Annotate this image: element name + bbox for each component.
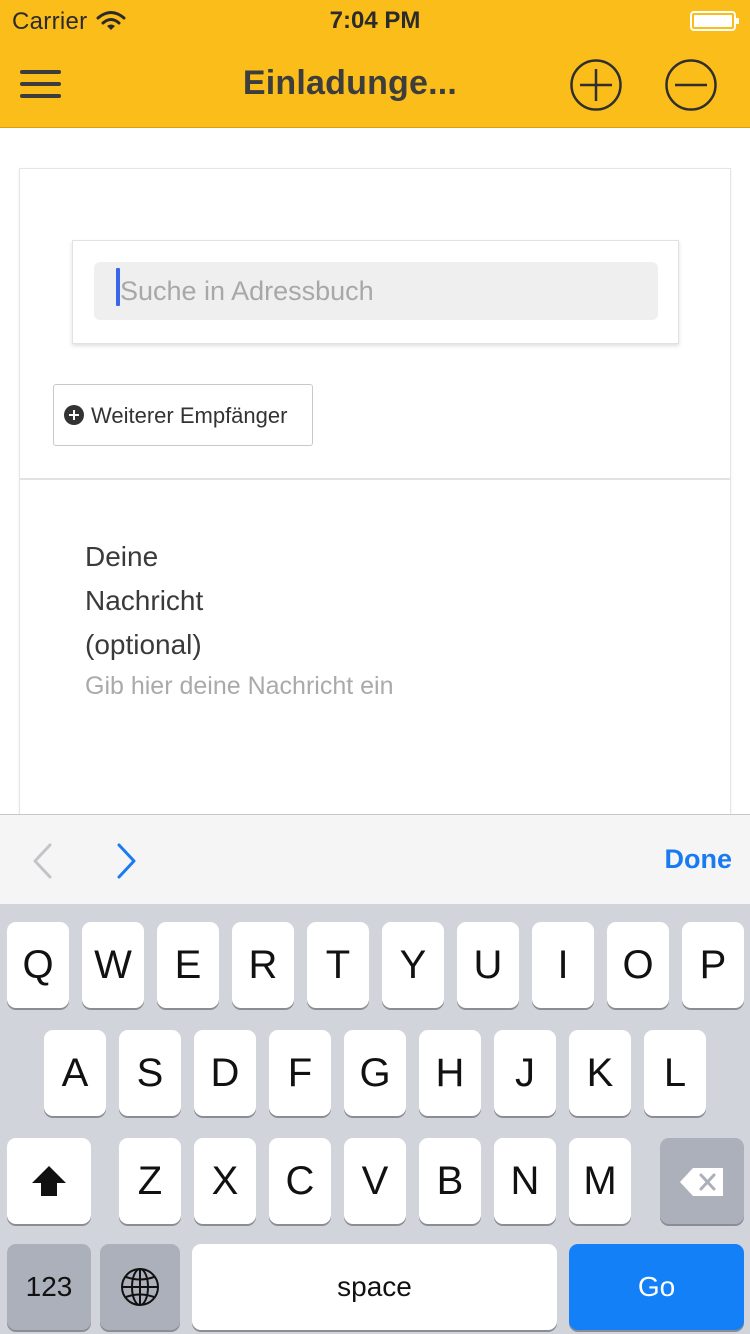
message-label-line: (optional) (85, 629, 202, 660)
search-panel (72, 240, 679, 344)
status-bar: Carrier 7:04 PM (0, 0, 750, 40)
menu-line (20, 70, 61, 74)
backspace-key[interactable] (660, 1138, 744, 1224)
done-button[interactable]: Done (665, 844, 733, 875)
menu-line (20, 82, 61, 86)
status-time: 7:04 PM (329, 7, 421, 34)
backspace-icon (680, 1168, 723, 1196)
key-i[interactable]: I (532, 922, 594, 1008)
shift-arrow-icon (32, 1166, 66, 1196)
divider (20, 478, 730, 480)
add-recipient-button[interactable]: Weiterer Empfänger (53, 384, 313, 446)
key-d[interactable]: D (194, 1030, 256, 1116)
globe-icon (121, 1268, 159, 1306)
key-z[interactable]: Z (119, 1138, 181, 1224)
key-l[interactable]: L (644, 1030, 706, 1116)
minus-circle-icon (665, 59, 717, 111)
keyboard: Q W E R T Y U I O P A S D F G H J K L Z … (0, 904, 750, 1334)
plus-circle-icon (64, 405, 84, 425)
numbers-key[interactable]: 123 (7, 1244, 91, 1330)
key-h[interactable]: H (419, 1030, 481, 1116)
space-key[interactable]: space (192, 1244, 557, 1330)
key-e[interactable]: E (157, 922, 219, 1008)
plus-circle-icon (570, 59, 622, 111)
message-label: Deine Nachricht (optional) (85, 535, 203, 667)
remove-invitation-button[interactable] (664, 58, 718, 112)
key-j[interactable]: J (494, 1030, 556, 1116)
key-c[interactable]: C (269, 1138, 331, 1224)
battery-icon (690, 11, 739, 31)
go-key[interactable]: Go (569, 1244, 744, 1330)
address-book-search-input[interactable] (94, 262, 658, 320)
key-n[interactable]: N (494, 1138, 556, 1224)
keyboard-accessory-bar: Done (0, 814, 750, 904)
top-bar: Carrier 7:04 PM Einladunge... (0, 0, 750, 128)
key-q[interactable]: Q (7, 922, 69, 1008)
menu-line (20, 94, 61, 98)
key-g[interactable]: G (344, 1030, 406, 1116)
key-y[interactable]: Y (382, 922, 444, 1008)
key-m[interactable]: M (569, 1138, 631, 1224)
key-o[interactable]: O (607, 922, 669, 1008)
hamburger-menu-icon[interactable] (20, 68, 62, 100)
key-f[interactable]: F (269, 1030, 331, 1116)
add-invitation-button[interactable] (569, 58, 623, 112)
key-t[interactable]: T (307, 922, 369, 1008)
invitation-card: Weiterer Empfänger Deine Nachricht (opti… (19, 168, 731, 828)
chevron-right-icon[interactable] (112, 841, 142, 881)
key-b[interactable]: B (419, 1138, 481, 1224)
key-p[interactable]: P (682, 922, 744, 1008)
page-title: Einladunge... (242, 64, 458, 102)
key-k[interactable]: K (569, 1030, 631, 1116)
key-u[interactable]: U (457, 922, 519, 1008)
chevron-left-icon[interactable] (28, 841, 58, 881)
shift-key[interactable] (7, 1138, 91, 1224)
key-s[interactable]: S (119, 1030, 181, 1116)
key-r[interactable]: R (232, 922, 294, 1008)
text-cursor (116, 268, 120, 306)
key-a[interactable]: A (44, 1030, 106, 1116)
message-label-line: Nachricht (85, 585, 204, 616)
key-w[interactable]: W (82, 922, 144, 1008)
message-input[interactable] (85, 666, 645, 706)
key-v[interactable]: V (344, 1138, 406, 1224)
key-x[interactable]: X (194, 1138, 256, 1224)
add-recipient-label: Weiterer Empfänger (91, 403, 288, 428)
globe-key[interactable] (100, 1244, 180, 1330)
message-label-line: Deine (85, 541, 159, 572)
